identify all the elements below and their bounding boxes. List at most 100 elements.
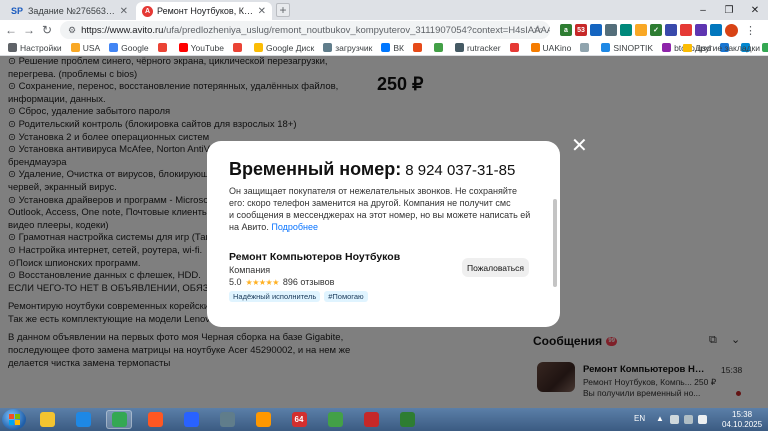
- forward-icon[interactable]: →: [20, 21, 38, 39]
- bookmark-favicon-icon: [233, 43, 242, 52]
- bookmark-item[interactable]: Google: [109, 43, 149, 53]
- extension-icon[interactable]: 53: [575, 24, 587, 36]
- site-info-icon[interactable]: ⚙: [68, 25, 76, 36]
- clock-time: 15:38: [732, 410, 753, 419]
- taskbar-app[interactable]: [358, 410, 384, 429]
- app-icon: [147, 412, 163, 427]
- tray-clock[interactable]: 15:38 04.10.2025: [722, 410, 762, 430]
- tab-strip: SP Задание №2765636 - просмотр з ✕ A Рем…: [0, 0, 768, 20]
- language-indicator[interactable]: EN: [634, 414, 645, 423]
- modal-text-segment: его: скоро телефон заменится на другой. …: [229, 198, 511, 208]
- browser-menu-icon[interactable]: ⋮: [745, 24, 756, 37]
- taskbar-app[interactable]: [394, 410, 420, 429]
- bookmark-star-icon[interactable]: ☆: [533, 23, 543, 36]
- bookmark-item[interactable]: [580, 43, 592, 52]
- bookmark-label: ВК: [393, 42, 404, 53]
- tab-label: Ремонт Ноутбуков, Компьютеров: [157, 6, 254, 16]
- bookmark-item[interactable]: [413, 43, 425, 52]
- bookmark-item[interactable]: Настройки: [8, 43, 62, 53]
- taskbar-app[interactable]: [142, 410, 168, 429]
- bookmark-label: Настройки: [20, 42, 62, 53]
- modal-text-segment: и сообщения в мессенджерах на этот номер…: [229, 210, 531, 220]
- modal-scrollbar[interactable]: [553, 199, 557, 287]
- bookmark-item[interactable]: YouTube: [178, 42, 224, 53]
- app-icon: [183, 412, 199, 427]
- temp-number-modal: Временный номер: 8 924 037-31-85 Он защищ…: [207, 141, 560, 327]
- bookmark-item[interactable]: [434, 43, 446, 52]
- taskbar-app[interactable]: [250, 410, 276, 429]
- modal-title: Временный номер: 8 924 037-31-85: [229, 159, 515, 180]
- windows-taskbar: 64 EN ▲ 15:38 04.10.2025: [0, 408, 768, 431]
- minimize-button[interactable]: –: [690, 0, 716, 20]
- extension-icon[interactable]: [695, 24, 707, 36]
- new-tab-button[interactable]: +: [276, 3, 290, 17]
- back-icon[interactable]: ←: [2, 21, 20, 39]
- bookmark-item[interactable]: [233, 43, 245, 52]
- modal-text-line: на Авито. Подробнее: [229, 221, 547, 233]
- tray-expand-icon[interactable]: ▲: [656, 414, 664, 423]
- close-tab-icon[interactable]: ✕: [120, 6, 128, 17]
- bookmark-favicon-icon: [70, 43, 80, 52]
- extension-icon[interactable]: [605, 24, 617, 36]
- temp-phone-number[interactable]: 8 924 037-31-85: [405, 162, 515, 179]
- extension-icon[interactable]: [635, 24, 647, 36]
- taskbar-app[interactable]: [34, 410, 60, 429]
- extension-icon[interactable]: ✓: [650, 24, 662, 36]
- more-info-link[interactable]: Подробнее: [271, 222, 318, 232]
- bookmark-item[interactable]: [157, 43, 170, 52]
- network-icon[interactable]: [684, 415, 693, 424]
- bookmark-favicon-icon: [761, 43, 768, 52]
- taskbar-app[interactable]: [214, 410, 240, 429]
- profile-avatar[interactable]: [725, 23, 738, 37]
- tab-task[interactable]: SP Задание №2765636 - просмотр з ✕: [4, 2, 134, 20]
- bookmark-item[interactable]: [509, 43, 522, 52]
- close-window-button[interactable]: ✕: [742, 0, 768, 20]
- complain-button[interactable]: Пожаловаться: [462, 258, 529, 277]
- avito-favicon-icon: A: [142, 5, 153, 17]
- bookmark-item[interactable]: SINOPTIK: [601, 43, 653, 53]
- bookmark-favicon-icon: [254, 43, 263, 52]
- bookmark-item[interactable]: загрузчик: [323, 43, 372, 53]
- taskbar-app[interactable]: [322, 410, 348, 429]
- reviews-link[interactable]: 896 отзывов: [283, 277, 335, 287]
- bookmark-item[interactable]: ВК: [381, 43, 404, 53]
- bookmark-label: YouTube: [190, 42, 224, 53]
- modal-text-segment: Он защищает покупателя от нежелательных …: [229, 186, 517, 196]
- badge-helping: #Помогаю: [324, 291, 368, 302]
- seller-type: Компания: [229, 265, 271, 275]
- app-icon: [111, 412, 127, 427]
- bookmark-favicon-icon: [434, 43, 443, 52]
- badge-reliable: Надёжный исполнитель: [229, 291, 321, 302]
- extension-icon[interactable]: [620, 24, 632, 36]
- tab-label: Задание №2765636 - просмотр з: [28, 6, 116, 16]
- volume-icon[interactable]: [698, 415, 707, 424]
- bookmark-item[interactable]: Google Диск: [254, 43, 314, 53]
- extension-icon[interactable]: [590, 24, 602, 36]
- app-icon: [327, 412, 343, 427]
- start-button[interactable]: [2, 409, 26, 430]
- taskbar-app[interactable]: [70, 410, 96, 429]
- close-tab-icon[interactable]: ✕: [258, 6, 266, 17]
- taskbar-app[interactable]: [106, 410, 132, 429]
- bookmark-item[interactable]: USA: [70, 43, 100, 53]
- bookmark-label: UAKino: [542, 42, 572, 53]
- extension-icon[interactable]: a: [560, 24, 572, 36]
- extension-icon[interactable]: [665, 24, 677, 36]
- extension-icon[interactable]: [680, 24, 692, 36]
- bookmark-item[interactable]: rutracker: [455, 43, 501, 53]
- taskbar-app[interactable]: [178, 410, 204, 429]
- close-icon[interactable]: ✕: [571, 136, 588, 156]
- address-bar[interactable]: ⚙ https://www.avito.ru/ufa/predlozheniya…: [60, 21, 550, 39]
- tray-flag-icon[interactable]: [670, 415, 679, 424]
- tab-avito[interactable]: A Ремонт Ноутбуков, Компьютеров ✕: [136, 2, 272, 20]
- extension-icon[interactable]: [710, 24, 722, 36]
- modal-title-text: Временный номер:: [229, 159, 402, 179]
- bookmark-favicon-icon: [413, 43, 422, 52]
- taskbar-app[interactable]: 64: [286, 410, 312, 429]
- maximize-button[interactable]: ❐: [716, 0, 742, 20]
- reload-icon[interactable]: ↻: [38, 21, 56, 39]
- other-bookmarks[interactable]: Другие закладки: [682, 40, 760, 56]
- bookmark-item[interactable]: UAKino: [530, 42, 572, 53]
- seller-name[interactable]: Ремонт Компьютеров Ноутбуков: [229, 251, 400, 263]
- bookmark-item[interactable]: maps: [761, 43, 768, 53]
